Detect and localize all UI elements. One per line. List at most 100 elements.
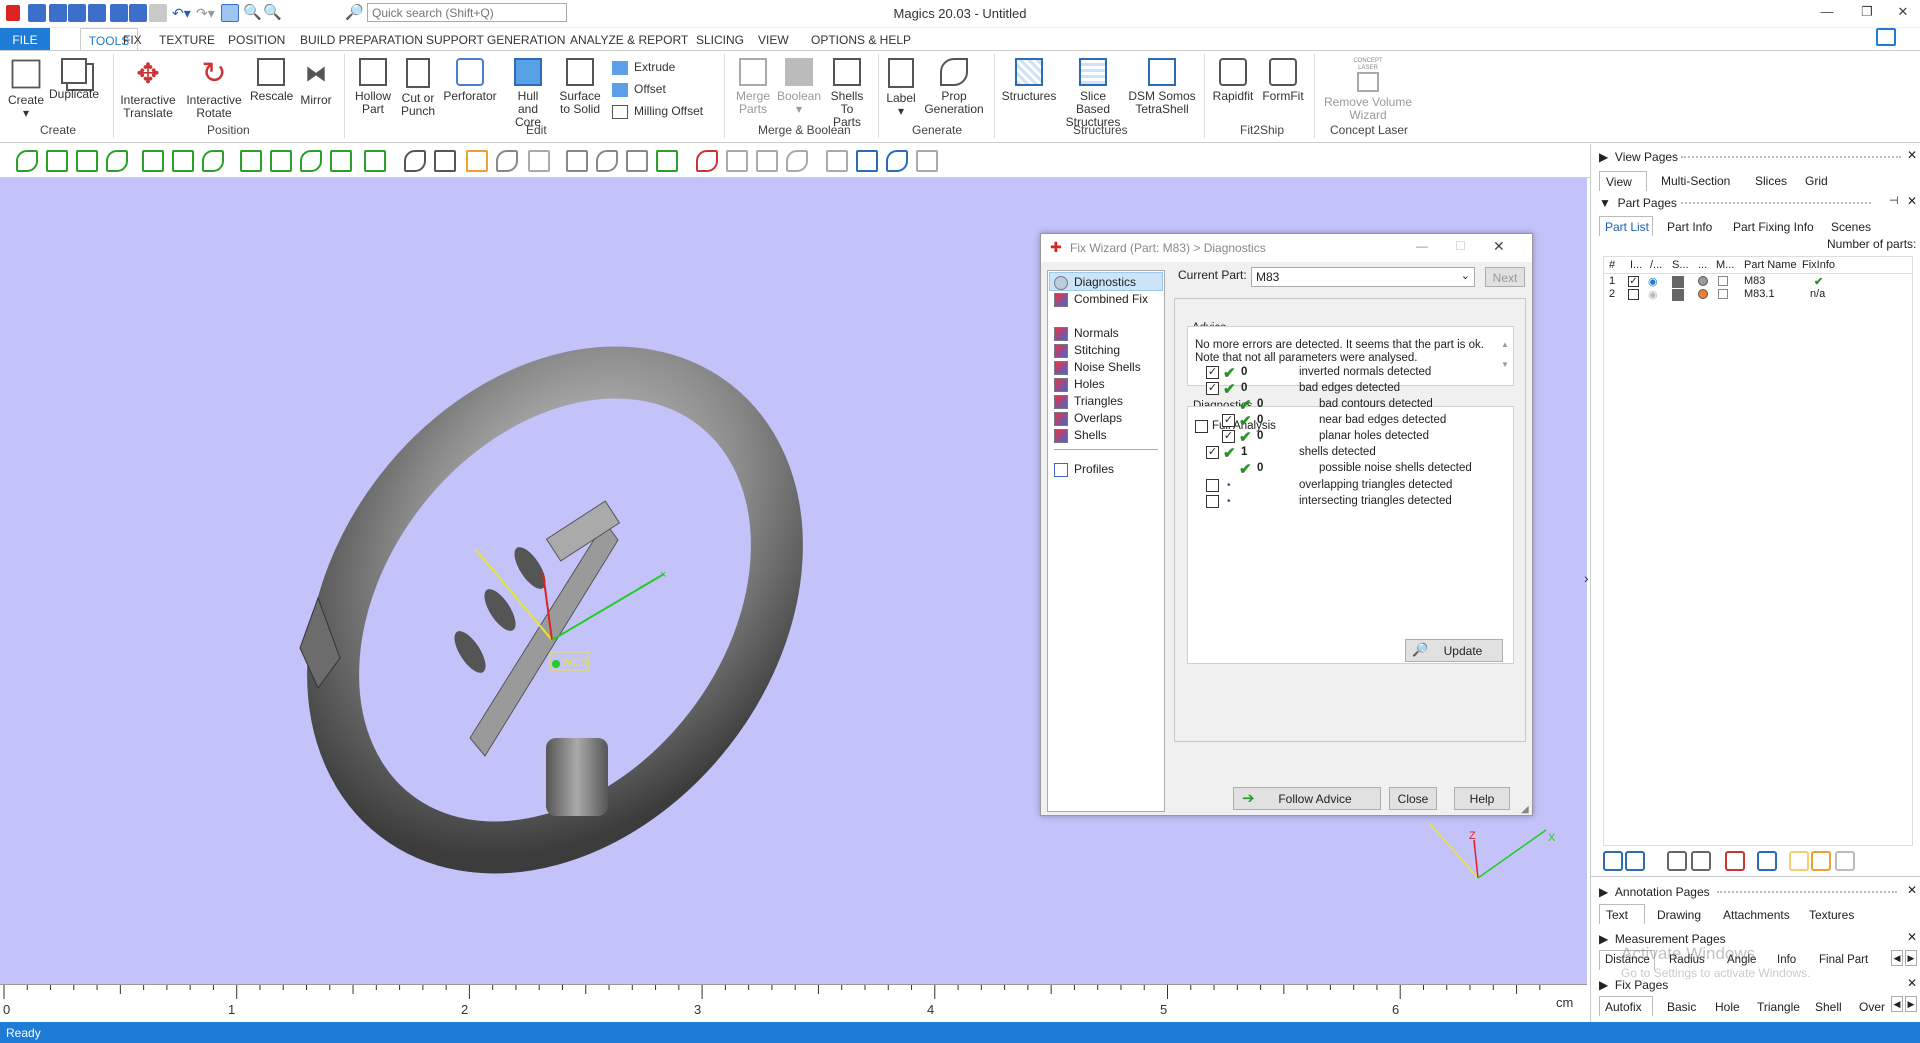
menu-position[interactable]: POSITION [228,33,285,47]
tab-grid[interactable]: Grid [1805,174,1828,188]
col-include[interactable]: I... [1630,259,1642,271]
tab-drawing[interactable]: Drawing [1657,908,1701,922]
shading-icon[interactable] [1672,276,1684,288]
annotation-pages-close-icon[interactable]: ✕ [1907,883,1917,897]
menu-fix[interactable]: FIX [123,33,142,47]
shading-icon[interactable] [1672,289,1684,301]
mark-plane-icon[interactable] [46,150,68,172]
annotation-pages-header[interactable]: ▶ Annotation Pages [1599,885,1710,899]
mark-contour-icon[interactable] [364,150,386,172]
hollow-part-button[interactable]: Hollow Part [350,58,396,116]
tabs-scroll-right-icon[interactable]: ▶ [1905,950,1917,966]
tab-info[interactable]: Info [1777,954,1796,966]
tri-g-icon[interactable] [786,150,808,172]
tab-scenes[interactable]: Scenes [1831,220,1871,234]
col-num[interactable]: # [1609,259,1615,271]
mark-window-icon[interactable] [142,150,164,172]
milling-offset-button[interactable]: Milling Offset [612,104,703,119]
part-pages-close-icon[interactable]: ✕ [1907,194,1917,208]
part-delete-icon[interactable] [1725,851,1745,871]
tri-i-icon[interactable] [856,150,878,172]
mark-sphere-icon[interactable] [300,150,322,172]
tab-view[interactable]: View [1599,171,1647,191]
rescale-button[interactable]: Rescale [250,58,293,103]
part-select-icon[interactable] [1603,851,1623,871]
tab-hole[interactable]: Hole [1715,1000,1740,1014]
col-material[interactable]: M... [1716,259,1734,271]
part-hide-icon[interactable] [1691,851,1711,871]
restore-icon[interactable]: ❐ [1857,4,1877,22]
menu-support-generation[interactable]: SUPPORT GENERATION [426,33,565,47]
menu-slicing[interactable]: SLICING [696,33,744,47]
tab-autofix[interactable]: Autofix [1599,996,1653,1016]
fix-tabs-scroll-left-icon[interactable]: ◀ [1891,996,1903,1012]
eye-icon[interactable]: ◉ [1648,275,1658,288]
extrude-button[interactable]: Extrude [612,60,675,75]
menu-build-preparation[interactable]: BUILD PREPARATION [300,33,423,47]
update-button[interactable]: 🔎 Update [1405,639,1503,662]
part-deselect-icon[interactable] [1625,851,1645,871]
intersecting-triangles-checkbox[interactable] [1206,495,1219,508]
part-pages-grip[interactable] [1681,202,1871,204]
measurement-pages-close-icon[interactable]: ✕ [1907,930,1917,944]
help-corner-icon[interactable] [1876,28,1896,46]
eye-icon[interactable]: ◉ [1648,288,1658,301]
view-top-icon[interactable] [496,150,518,172]
mark-curve-icon[interactable] [202,150,224,172]
close-button[interactable]: Close [1389,787,1437,810]
interactive-translate-button[interactable]: ✥ Interactive Translate [118,58,178,120]
mirror-button[interactable]: ⧓ Mirror [296,58,336,107]
tabs-scroll-left-icon[interactable]: ◀ [1891,950,1903,966]
part-yellow-icon[interactable] [1789,851,1809,871]
menu-analyze-report[interactable]: ANALYZE & REPORT [570,33,688,47]
fix-pages-header[interactable]: ▶ Fix Pages [1599,978,1668,992]
perforator-button[interactable]: Perforator [442,58,498,103]
tab-text[interactable]: Text [1599,904,1645,924]
nav-normals[interactable]: Normals [1054,326,1119,341]
view-wire-icon[interactable] [528,150,550,172]
color-swatch-icon[interactable] [1698,289,1708,299]
mark-lasso-icon[interactable] [172,150,194,172]
part-include-checkbox[interactable]: ✓ [1628,276,1639,287]
select-tri-b-icon[interactable] [596,150,618,172]
dialog-minimize-icon[interactable]: — [1416,239,1428,253]
pin-part[interactable] [449,500,621,816]
shells-checkbox[interactable]: ✓ [1206,446,1219,459]
color-swatch-icon[interactable] [1698,276,1708,286]
part-show-icon[interactable] [1667,851,1687,871]
label-button[interactable]: Label ▾ [880,58,922,118]
tab-attachments[interactable]: Attachments [1723,908,1790,922]
next-button[interactable]: Next [1485,267,1525,287]
duplicate-button[interactable]: Duplicate [48,58,100,101]
mark-brush-icon[interactable] [240,150,262,172]
mark-surface-icon[interactable] [76,150,98,172]
planar-holes-checkbox[interactable]: ✓ [1222,430,1235,443]
view-front-icon[interactable] [404,150,426,172]
pin-icon[interactable]: ⊣ [1889,194,1899,207]
select-tri-d-icon[interactable] [656,150,678,172]
part-pages-header[interactable]: ▼ Part Pages [1599,196,1677,210]
nav-noise-shells[interactable]: Noise Shells [1054,360,1141,375]
tab-multi-section[interactable]: Multi-Section [1661,174,1730,188]
fix-pages-close-icon[interactable]: ✕ [1907,976,1917,990]
current-part-select[interactable]: M83 ⌄ [1251,267,1475,287]
dialog-title-bar[interactable]: ✚ Fix Wizard (Part: M83) > Diagnostics —… [1041,234,1532,262]
annotation-pages-grip[interactable] [1717,891,1897,893]
menu-view[interactable]: VIEW [758,33,789,47]
dsm-somos-tetrashell-button[interactable]: DSM Somos TetraShell [1128,58,1196,116]
merge-parts-button[interactable]: Merge Parts [730,58,776,116]
remove-volume-wizard-button[interactable]: CONCEPT LASER Remove Volume Wizard [1322,58,1414,122]
resize-grip-icon[interactable]: ◢ [1521,804,1529,815]
prop-generation-button[interactable]: Prop Generation [924,58,984,116]
nav-diagnostics[interactable]: Diagnostics [1054,275,1136,290]
cut-or-punch-button[interactable]: Cut or Punch [398,58,438,118]
tab-part-info[interactable]: Part Info [1667,220,1712,234]
tri-j-icon[interactable] [886,150,908,172]
inverted-normals-checkbox[interactable]: ✓ [1206,366,1219,379]
tab-final-part[interactable]: Final Part [1819,954,1868,966]
col-visible[interactable]: /... [1650,259,1662,271]
nav-overlaps[interactable]: Overlaps [1054,411,1122,426]
material-icon[interactable] [1718,276,1728,286]
hull-and-core-button[interactable]: Hull and Core [502,58,554,129]
tri-h-icon[interactable] [826,150,848,172]
